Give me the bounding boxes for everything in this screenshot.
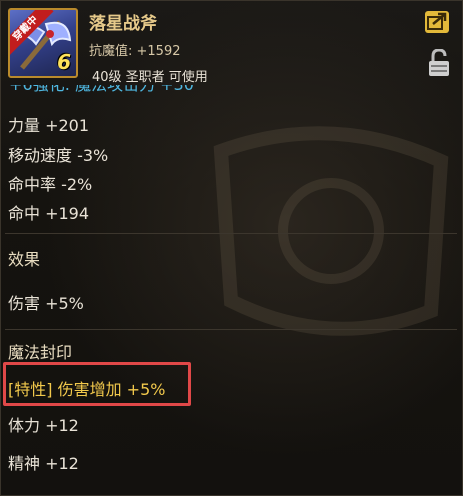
seal-spirit: 精神 +12 xyxy=(8,454,79,473)
seal-special-trait: [特性] 伤害增加 +5% xyxy=(8,380,166,399)
magic-resist-value: 抗魔值: +1592 xyxy=(89,44,181,59)
share-arrow-icon xyxy=(427,12,447,30)
effect-damage: 伤害 +5% xyxy=(8,294,84,313)
enhance-level: 6 xyxy=(57,50,71,74)
seal-vitality: 体力 +12 xyxy=(8,416,79,435)
enhance-bonus-text: +6强化: 魔法攻击力 +30 xyxy=(9,85,194,94)
item-icon[interactable]: 穿戴中 6 xyxy=(8,8,78,78)
effects-title: 效果 xyxy=(8,250,41,269)
stat-hit: 命中 +194 xyxy=(8,204,90,223)
stat-strength: 力量 +201 xyxy=(8,116,90,135)
background-art xyxy=(213,126,449,336)
item-name: 落星战斧 xyxy=(89,14,157,34)
item-tooltip: 穿戴中 6 落星战斧 抗魔值: +1592 40级 圣职者 可使用 +6强化: … xyxy=(0,0,463,496)
padlock-icon[interactable] xyxy=(428,49,450,77)
stat-hit-rate: 命中率 -2% xyxy=(8,175,93,194)
divider xyxy=(5,329,457,330)
divider xyxy=(5,233,457,234)
level-requirement: 40级 圣职者 可使用 xyxy=(92,70,208,85)
stat-move-speed: 移动速度 -3% xyxy=(8,146,109,165)
magic-seal-title: 魔法封印 xyxy=(8,343,73,362)
enhance-bonus-line: +6强化: 魔法攻击力 +30 xyxy=(9,85,194,98)
share-button[interactable] xyxy=(425,11,449,33)
